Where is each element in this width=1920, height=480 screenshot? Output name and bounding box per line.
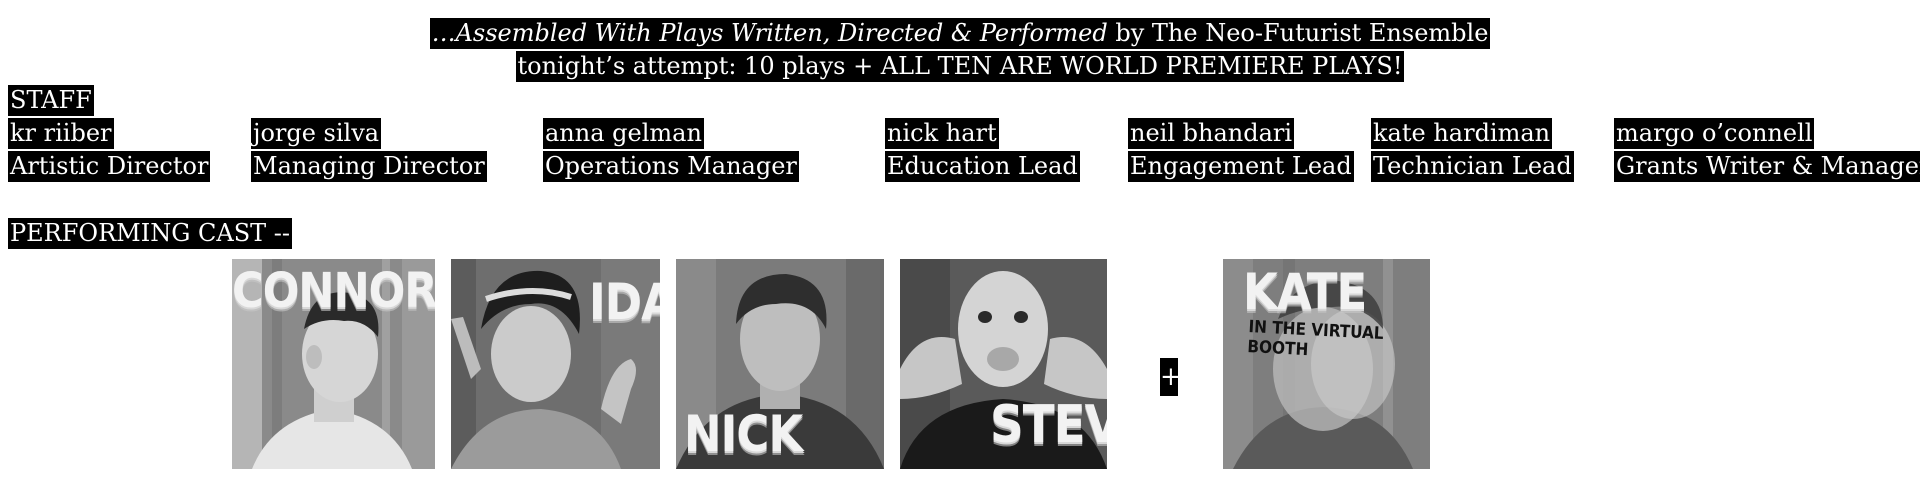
staff-role: Technician Lead: [1371, 151, 1574, 182]
header-line-2-text: tonight’s attempt: 10 plays + ALL TEN AR…: [515, 51, 1405, 82]
photo-name-ida: IDA: [589, 273, 660, 331]
photo-name-kate: KATE: [1243, 263, 1367, 321]
cast-photo-steve: STEVE: [900, 259, 1107, 469]
staff-role: Grants Writer & Manager: [1614, 151, 1920, 182]
staff-role: Operations Manager: [543, 151, 799, 182]
cast-photo-kate: KATE IN THE VIRTUAL BOOTH: [1223, 259, 1430, 469]
staff-name: jorge silva: [251, 118, 382, 149]
photo-name-connor: CONNOR: [232, 263, 435, 319]
staff-member: margo o’connell Grants Writer & Manager: [1614, 118, 1920, 184]
staff-name: kate hardiman: [1371, 118, 1553, 149]
staff-member: jorge silva Managing Director: [251, 118, 487, 184]
staff-role: Artistic Director: [8, 151, 211, 182]
cast-photo-nick: NICK: [676, 259, 884, 469]
staff-heading: STAFF: [8, 85, 94, 116]
staff-name: anna gelman: [543, 118, 704, 149]
photo-name-nick: NICK: [684, 405, 803, 463]
cast-heading: PERFORMING CAST --: [8, 218, 292, 249]
photo-name-steve: STEVE: [990, 395, 1107, 455]
header-line-1-rest: by The Neo-Futurist Ensemble: [1107, 19, 1489, 47]
staff-name: neil bhandari: [1128, 118, 1295, 149]
staff-member: anna gelman Operations Manager: [543, 118, 799, 184]
staff-name: nick hart: [885, 118, 999, 149]
staff-member: kate hardiman Technician Lead: [1371, 118, 1574, 184]
staff-role: Managing Director: [251, 151, 487, 182]
header-line-2: tonight’s attempt: 10 plays + ALL TEN AR…: [0, 51, 1920, 82]
cast-photo-ida: IDA: [451, 259, 660, 469]
staff-role: Engagement Lead: [1128, 151, 1354, 182]
header-line-1-text: …Assembled With Plays Written, Directed …: [429, 18, 1491, 49]
staff-member: nick hart Education Lead: [885, 118, 1080, 184]
staff-member: kr riiber Artistic Director: [8, 118, 211, 184]
header-line-1: …Assembled With Plays Written, Directed …: [0, 18, 1920, 49]
staff-name: kr riiber: [8, 118, 114, 149]
header-line-1-italic: …Assembled With Plays Written, Directed …: [431, 19, 1108, 47]
staff-name: margo o’connell: [1614, 118, 1815, 149]
plus-sign: +: [1160, 358, 1182, 396]
staff-role: Education Lead: [885, 151, 1080, 182]
staff-member: neil bhandari Engagement Lead: [1128, 118, 1354, 184]
cast-photo-connor: CONNOR: [232, 259, 435, 469]
